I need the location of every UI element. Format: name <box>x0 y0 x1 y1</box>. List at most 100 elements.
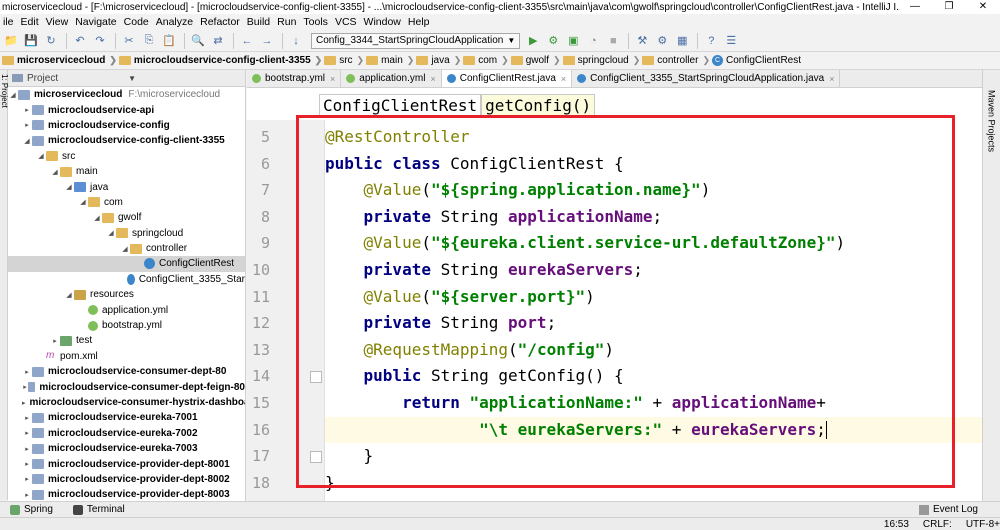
close-button[interactable]: ✕ <box>966 0 1000 14</box>
tree-node[interactable]: ▸ microcloudservice-provider-dept-8002 <box>8 472 245 487</box>
close-tab-icon[interactable]: × <box>330 74 335 84</box>
undo-icon[interactable]: ↶ <box>71 33 89 49</box>
sync-icon[interactable]: ↻ <box>42 33 60 49</box>
close-tab-icon[interactable]: × <box>561 74 566 84</box>
terminal-tool-button[interactable]: Terminal <box>72 504 125 515</box>
collapsed-arrow-icon[interactable]: ▸ <box>22 106 32 114</box>
menu-item-help[interactable]: Help <box>405 16 434 28</box>
expanded-arrow-icon[interactable]: ◢ <box>64 291 74 299</box>
expanded-arrow-icon[interactable]: ◢ <box>36 152 46 160</box>
editor-tab[interactable]: ConfigClient_3355_StartSpringCloudApplic… <box>572 70 841 87</box>
collapsed-arrow-icon[interactable]: ▸ <box>22 460 32 468</box>
collapsed-arrow-icon[interactable]: ▸ <box>22 399 26 407</box>
tree-node[interactable]: ▸ microcloudservice-provider-dept-8003 <box>8 487 245 501</box>
collapsed-arrow-icon[interactable]: ▸ <box>22 414 32 422</box>
editor-tab[interactable]: bootstrap.yml × <box>247 70 342 87</box>
tree-node[interactable]: ◢ microcloudservice-config-client-3355 <box>8 133 245 148</box>
redo-icon[interactable]: ↷ <box>91 33 109 49</box>
run-config-select[interactable]: Config_3344_StartSpringCloudApplication … <box>311 32 521 49</box>
nav-back-icon[interactable]: ← <box>238 33 256 49</box>
replace-icon[interactable]: ⇄ <box>209 33 227 49</box>
tree-node[interactable]: ▸ microcloudservice-api <box>8 102 245 117</box>
menu-item-refactor[interactable]: Refactor <box>197 16 244 28</box>
collapsed-arrow-icon[interactable]: ▸ <box>22 445 32 453</box>
profile-icon[interactable]: ◔ <box>584 33 602 49</box>
tree-node[interactable]: ▸ test <box>8 333 245 348</box>
settings-icon[interactable]: ⚙ <box>653 33 671 49</box>
restore-button[interactable]: ❐ <box>932 0 966 14</box>
tree-node[interactable]: ▸ microcloudservice-config <box>8 118 245 133</box>
collapsed-arrow-icon[interactable]: ▸ <box>22 121 32 129</box>
tree-node[interactable]: ▸ microcloudservice-eureka-7001 <box>8 410 245 425</box>
menu-item-build[interactable]: Build <box>244 16 274 28</box>
nav-crumb[interactable]: com ❯ <box>463 55 509 66</box>
nav-crumb[interactable]: microservicecloud ❯ <box>2 55 117 66</box>
tree-node[interactable]: ▸ microcloudservice-provider-dept-8001 <box>8 456 245 471</box>
tree-node[interactable]: ◢ springcloud <box>8 226 245 241</box>
tree-node[interactable]: ◢ gwolf <box>8 210 245 225</box>
nav-crumb[interactable]: src ❯ <box>324 55 364 66</box>
tasks-icon[interactable]: ☰ <box>722 33 740 49</box>
line-separator[interactable]: CRLF: <box>923 519 952 530</box>
menu-item-run[interactable]: Run <box>274 16 300 28</box>
menu-item-vcs[interactable]: VCS <box>332 16 361 28</box>
run-icon[interactable]: ▶ <box>524 33 542 49</box>
menu-item-tools[interactable]: Tools <box>300 16 332 28</box>
open-folder-icon[interactable]: 📁 <box>2 33 20 49</box>
expanded-arrow-icon[interactable]: ◢ <box>78 198 88 206</box>
nav-crumb[interactable]: controller ❯ <box>642 55 710 66</box>
tree-node[interactable]: ◢ src <box>8 149 245 164</box>
tree-node[interactable]: application.yml <box>8 302 245 317</box>
find-icon[interactable]: 🔍 <box>189 33 207 49</box>
caret-position[interactable]: 16:53 <box>884 519 909 530</box>
tree-node[interactable]: ◢ resources <box>8 287 245 302</box>
save-icon[interactable]: 💾 <box>22 33 40 49</box>
tree-node[interactable]: ◢ java <box>8 179 245 194</box>
close-tab-icon[interactable]: × <box>430 74 435 84</box>
collapsed-arrow-icon[interactable]: ▸ <box>50 337 60 345</box>
expanded-arrow-icon[interactable]: ◢ <box>106 229 116 237</box>
tree-node[interactable]: ◢ com <box>8 195 245 210</box>
tree-node[interactable]: ConfigClient_3355_Star <box>8 272 245 287</box>
paste-icon[interactable]: 📋 <box>160 33 178 49</box>
tree-node[interactable]: ◢ microservicecloud F:\microservicecloud <box>8 87 245 102</box>
expanded-arrow-icon[interactable]: ◢ <box>22 137 32 145</box>
tree-node[interactable]: ▸ microcloudservice-eureka-7003 <box>8 441 245 456</box>
expanded-arrow-icon[interactable]: ◢ <box>64 183 74 191</box>
build-icon[interactable]: ↓ <box>287 33 305 49</box>
tree-node[interactable]: ▸ microcloudservice-consumer-dept-80 <box>8 364 245 379</box>
coverage-icon[interactable]: ▣ <box>564 33 582 49</box>
tree-node[interactable]: ConfigClientRest <box>8 256 245 272</box>
tree-node[interactable]: ▸ microcloudservice-eureka-7002 <box>8 426 245 441</box>
editor-tab[interactable]: application.yml × <box>341 70 442 87</box>
event-log-button[interactable]: Event Log <box>918 504 978 515</box>
nav-crumb[interactable]: gwolf ❯ <box>510 55 561 66</box>
expanded-arrow-icon[interactable]: ◢ <box>92 214 102 222</box>
expanded-arrow-icon[interactable]: ◢ <box>8 91 18 99</box>
nav-crumb[interactable]: java ❯ <box>416 55 461 66</box>
spring-tool-button[interactable]: Spring <box>10 504 53 515</box>
expanded-arrow-icon[interactable]: ◢ <box>50 168 60 176</box>
copy-icon[interactable]: ⎘ <box>140 33 158 49</box>
project-structure-icon[interactable]: ⚒ <box>633 33 651 49</box>
close-tab-icon[interactable]: × <box>829 74 834 84</box>
collapsed-arrow-icon[interactable]: ▸ <box>22 491 32 499</box>
tree-node[interactable]: ◢ controller <box>8 241 245 256</box>
minimize-button[interactable]: — <box>898 0 932 14</box>
menu-item-ile[interactable]: ile <box>0 16 18 28</box>
nav-crumb[interactable]: C ConfigClientRest <box>711 55 801 66</box>
nav-crumb[interactable]: microcloudservice-config-client-3355 ❯ <box>118 55 322 66</box>
menu-item-analyze[interactable]: Analyze <box>153 16 197 28</box>
menu-item-code[interactable]: Code <box>121 16 153 28</box>
debug-icon[interactable]: ⚙ <box>544 33 562 49</box>
nav-crumb[interactable]: main ❯ <box>366 55 414 66</box>
collapsed-arrow-icon[interactable]: ▸ <box>22 475 32 483</box>
project-panel-header[interactable]: Project ▼ <box>8 70 245 87</box>
tree-node[interactable]: ◢ main <box>8 164 245 179</box>
tree-node[interactable]: ▸ microcloudservice-consumer-hystrix-dash… <box>8 395 245 410</box>
cut-icon[interactable]: ✂ <box>120 33 138 49</box>
nav-forward-icon[interactable]: → <box>258 33 276 49</box>
stop-icon[interactable]: ■ <box>604 33 622 49</box>
tree-node[interactable]: m pom.xml <box>8 349 245 364</box>
help-icon[interactable]: ? <box>702 33 720 49</box>
